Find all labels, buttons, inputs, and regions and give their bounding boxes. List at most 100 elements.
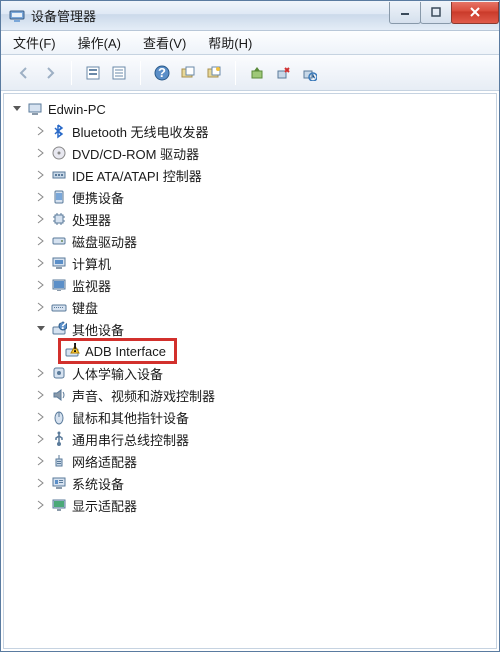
highlight-box: ! ADB Interface <box>58 338 177 364</box>
tree-item[interactable]: Bluetooth 无线电收发器 <box>6 120 494 142</box>
update-driver-button[interactable] <box>245 61 269 85</box>
tree-label: 键盘 <box>72 298 98 317</box>
tree-item[interactable]: 网络适配器 <box>6 450 494 472</box>
expand-icon[interactable] <box>34 454 48 468</box>
properties-button[interactable] <box>107 61 131 85</box>
tree-label: 鼠标和其他指针设备 <box>72 408 189 427</box>
expand-icon[interactable] <box>34 410 48 424</box>
collapse-icon[interactable] <box>10 102 24 116</box>
tree-item[interactable]: IDE ATA/ATAPI 控制器 <box>6 164 494 186</box>
tree-label: 人体学输入设备 <box>72 364 163 383</box>
window-buttons <box>390 2 499 24</box>
tree-item[interactable]: 系统设备 <box>6 472 494 494</box>
menu-view[interactable]: 查看(V) <box>139 31 190 54</box>
tree-label: 磁盘驱动器 <box>72 232 137 251</box>
expand-icon[interactable] <box>34 388 48 402</box>
expand-icon[interactable] <box>34 256 48 270</box>
tree-item[interactable]: 显示适配器 <box>6 494 494 516</box>
menu-action[interactable]: 操作(A) <box>74 31 125 54</box>
expand-icon[interactable] <box>34 432 48 446</box>
expand-icon[interactable] <box>34 190 48 204</box>
scan-button[interactable] <box>176 61 200 85</box>
expand-icon[interactable] <box>34 146 48 160</box>
tree-item[interactable]: DVD/CD-ROM 驱动器 <box>6 142 494 164</box>
toolbar-separator <box>235 61 236 85</box>
tree-item[interactable]: 声音、视频和游戏控制器 <box>6 384 494 406</box>
menu-file[interactable]: 文件(F) <box>9 31 60 54</box>
tree-label: 声音、视频和游戏控制器 <box>72 386 215 405</box>
hid-icon <box>50 364 68 382</box>
tree-label: 便携设备 <box>72 188 124 207</box>
display-icon <box>50 496 68 514</box>
maximize-button[interactable] <box>420 2 452 24</box>
tree-item-other-devices[interactable]: ? 其他设备 <box>6 318 494 340</box>
tree-item[interactable]: 键盘 <box>6 296 494 318</box>
other-devices-icon: ? <box>50 320 68 338</box>
disable-button[interactable] <box>297 61 321 85</box>
monitor-icon <box>50 276 68 294</box>
tree-item[interactable]: 便携设备 <box>6 186 494 208</box>
menubar: 文件(F) 操作(A) 查看(V) 帮助(H) <box>1 31 499 55</box>
toolbar-separator <box>140 61 141 85</box>
close-button[interactable] <box>451 2 499 24</box>
svg-text:?: ? <box>59 321 67 332</box>
tree-label: Bluetooth 无线电收发器 <box>72 122 209 141</box>
minimize-button[interactable] <box>389 2 421 24</box>
tree-label: 系统设备 <box>72 474 124 493</box>
keyboard-icon <box>50 298 68 316</box>
menu-help[interactable]: 帮助(H) <box>204 31 256 54</box>
computer-icon <box>50 254 68 272</box>
expand-icon[interactable] <box>34 278 48 292</box>
uninstall-button[interactable] <box>271 61 295 85</box>
expand-icon[interactable] <box>34 168 48 182</box>
svg-text:?: ? <box>158 65 166 80</box>
tree-item[interactable]: 磁盘驱动器 <box>6 230 494 252</box>
disk-icon <box>50 232 68 250</box>
expand-icon[interactable] <box>34 234 48 248</box>
app-icon <box>9 8 25 24</box>
tree-label: ADB Interface <box>85 344 166 359</box>
expand-icon[interactable] <box>34 124 48 138</box>
usb-icon <box>50 430 68 448</box>
collapse-icon[interactable] <box>34 322 48 336</box>
tree-label: 监视器 <box>72 276 111 295</box>
expand-icon[interactable] <box>34 300 48 314</box>
system-icon <box>50 474 68 492</box>
tree-root[interactable]: Edwin-PC <box>6 98 494 120</box>
portable-icon <box>50 188 68 206</box>
expand-icon[interactable] <box>34 366 48 380</box>
expand-icon[interactable] <box>34 212 48 226</box>
window-title: 设备管理器 <box>31 6 390 25</box>
bluetooth-icon <box>50 122 68 140</box>
tree-item[interactable]: 处理器 <box>6 208 494 230</box>
device-tree[interactable]: Edwin-PC Bluetooth 无线电收发器 DVD/CD-ROM 驱动器… <box>3 93 497 649</box>
computer-icon <box>26 100 44 118</box>
help-button[interactable]: ? <box>150 61 174 85</box>
toolbar: ? <box>1 55 499 91</box>
tree-label: 显示适配器 <box>72 496 137 515</box>
tree-label: IDE ATA/ATAPI 控制器 <box>72 166 202 185</box>
show-all-button[interactable] <box>202 61 226 85</box>
back-button[interactable] <box>12 61 36 85</box>
tree-item[interactable]: 鼠标和其他指针设备 <box>6 406 494 428</box>
tree-label: DVD/CD-ROM 驱动器 <box>72 144 199 163</box>
tree-item[interactable]: 监视器 <box>6 274 494 296</box>
tree-item[interactable]: 通用串行总线控制器 <box>6 428 494 450</box>
tree-item-adb-interface[interactable]: ! ADB Interface <box>6 340 494 362</box>
toolbar-separator <box>71 61 72 85</box>
svg-text:!: ! <box>73 343 77 355</box>
show-hidden-button[interactable] <box>81 61 105 85</box>
tree-item[interactable]: 计算机 <box>6 252 494 274</box>
device-manager-window: 设备管理器 文件(F) 操作(A) 查看(V) 帮助(H) <box>0 0 500 652</box>
expand-icon[interactable] <box>34 498 48 512</box>
cd-icon <box>50 144 68 162</box>
tree-item[interactable]: 人体学输入设备 <box>6 362 494 384</box>
tree-label: 计算机 <box>72 254 111 273</box>
mouse-icon <box>50 408 68 426</box>
tree-label: 其他设备 <box>72 320 124 339</box>
forward-button[interactable] <box>38 61 62 85</box>
tree-label: 网络适配器 <box>72 452 137 471</box>
expand-icon[interactable] <box>34 476 48 490</box>
tree-root-label: Edwin-PC <box>48 102 106 117</box>
ide-icon <box>50 166 68 184</box>
